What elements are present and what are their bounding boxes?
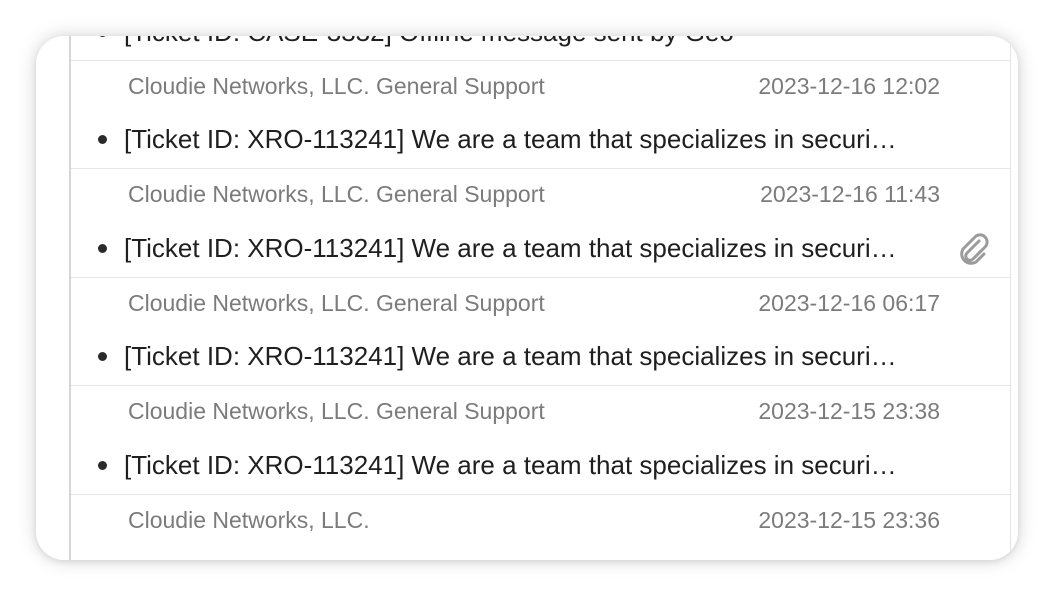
message-sender: Cloudie Networks, LLC. General Support [128,180,545,207]
message-list-panel: [Ticket ID: CASE-3332] Offline message s… [36,36,1018,560]
message-sender: Cloudie Networks, LLC. General Support [128,397,545,424]
message-subject-row[interactable]: [Ticket ID: CASE-3332] Offline message s… [98,36,978,49]
message-meta-row[interactable]: Cloudie Networks, LLC. 2023-12-15 23:36 [128,505,940,535]
message-subject-row[interactable]: [Ticket ID: XRO-113241] We are a team th… [98,448,978,482]
message-subject-row[interactable]: [Ticket ID: XRO-113241] We are a team th… [98,122,978,156]
message-timestamp: 2023-12-16 06:17 [758,289,940,316]
bullet-icon [98,460,107,470]
message-subject: [Ticket ID: XRO-113241] We are a team th… [124,340,897,371]
message-subject: [Ticket ID: XRO-113241] We are a team th… [124,232,897,263]
bullet-icon [98,351,107,361]
message-sender: Cloudie Networks, LLC. [128,506,370,533]
right-border [1010,36,1011,560]
message-list: [Ticket ID: CASE-3332] Offline message s… [71,36,1010,560]
message-subject: [Ticket ID: CASE-3332] Offline message s… [124,36,936,48]
message-meta-row[interactable]: Cloudie Networks, LLC. General Support 2… [128,71,940,101]
message-sender: Cloudie Networks, LLC. General Support [128,72,545,99]
row-separator [71,385,1010,386]
message-sender: Cloudie Networks, LLC. General Support [128,289,545,316]
bullet-icon [98,243,107,253]
message-meta-row[interactable]: Cloudie Networks, LLC. General Support 2… [128,396,940,426]
bullet-icon [98,36,107,37]
message-timestamp: 2023-12-15 23:38 [758,397,940,424]
row-separator [71,277,1010,278]
message-subject-row[interactable]: [Ticket ID: XRO-113241] We are a team th… [98,231,978,265]
message-subject: [Ticket ID: XRO-113241] We are a team th… [124,449,897,480]
bullet-icon [98,134,107,144]
message-timestamp: 2023-12-15 23:36 [758,506,940,533]
message-meta-row[interactable]: Cloudie Networks, LLC. General Support 2… [128,179,940,209]
paperclip-icon[interactable] [955,231,991,267]
message-meta-row[interactable]: Cloudie Networks, LLC. General Support 2… [128,288,940,318]
row-separator [71,494,1010,495]
message-subject-row[interactable]: [Ticket ID: XRO-113241] We are a team th… [98,339,978,373]
message-subject: [Ticket ID: XRO-113241] We are a team th… [124,123,897,154]
row-separator [71,168,1010,169]
message-timestamp: 2023-12-16 12:02 [758,72,940,99]
message-timestamp: 2023-12-16 11:43 [760,180,940,207]
row-separator [71,60,1010,61]
